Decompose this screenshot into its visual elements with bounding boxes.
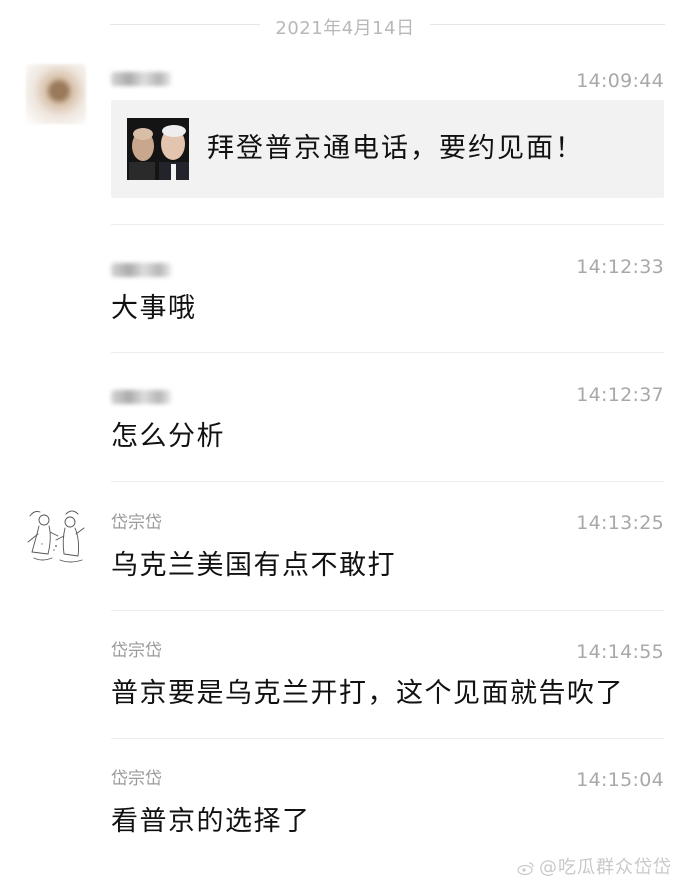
sender-name: 岱宗岱 <box>111 769 162 789</box>
weibo-icon <box>517 859 535 876</box>
message-text: 乌克兰美国有点不敢打 <box>111 550 396 581</box>
date-separator: 2021年4月14日 <box>0 0 690 48</box>
message-text: 大事哦 <box>111 293 197 324</box>
sender-name-blurred <box>111 72 171 86</box>
message-divider <box>111 224 664 225</box>
message-text: 怎么分析 <box>111 421 225 452</box>
link-card[interactable]: 拜登普京通电话，要约见面！ <box>111 100 664 198</box>
sender-name: 岱宗岱 <box>111 641 162 661</box>
link-card-title: 拜登普京通电话，要约见面！ <box>207 133 584 164</box>
message-text: 看普京的选择了 <box>111 806 311 837</box>
watermark-text: @吃瓜群众岱岱 <box>539 857 672 878</box>
putin-biden-thumbnail-icon <box>127 118 189 180</box>
sketch-illustration-icon <box>26 506 86 566</box>
message-text: 普京要是乌克兰开打，这个见面就告吹了 <box>111 678 624 709</box>
avatar[interactable] <box>26 64 86 124</box>
message-time: 14:12:37 <box>576 384 664 406</box>
message-time: 14:14:55 <box>576 641 664 663</box>
message-divider <box>111 481 664 482</box>
message-time: 14:09:44 <box>576 70 664 92</box>
message-divider <box>111 738 664 739</box>
message-time: 14:13:25 <box>576 512 664 534</box>
message-divider <box>111 352 664 353</box>
message-divider <box>111 610 664 611</box>
message-time: 14:15:04 <box>576 769 664 791</box>
sender-name-blurred <box>111 390 171 404</box>
avatar[interactable] <box>26 506 86 566</box>
sender-name: 岱宗岱 <box>111 513 162 533</box>
watermark: @吃瓜群众岱岱 <box>517 853 672 879</box>
message-time: 14:12:33 <box>576 256 664 278</box>
date-separator-label: 2021年4月14日 <box>275 18 415 39</box>
sender-name-blurred <box>111 263 171 277</box>
